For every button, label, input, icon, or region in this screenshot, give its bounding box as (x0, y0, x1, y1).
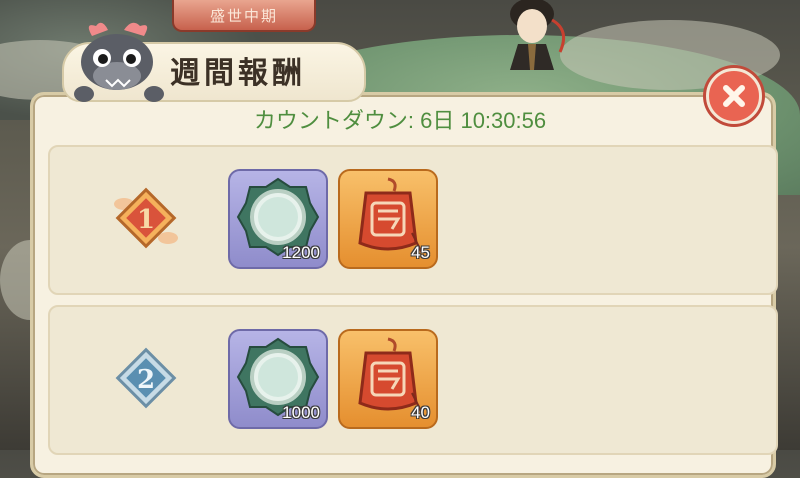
rank-2-badge-icon: 2 (115, 347, 177, 409)
era-banner: 盛世中期 (172, 0, 316, 32)
reward-item-mirror[interactable]: 1200 (228, 169, 328, 269)
countdown-timer: カウントダウン: 6日 10:30:56 (253, 108, 547, 133)
item-quantity: 1000 (282, 403, 320, 422)
item-quantity: 40 (411, 403, 430, 422)
character-figure (510, 0, 566, 70)
reward-item-talisman[interactable]: 40 (338, 329, 438, 429)
dragon-mascot-icon (74, 22, 164, 102)
reward-row: 2 1000 40 (48, 305, 778, 455)
page-title: 週間報酬 (170, 56, 306, 91)
item-quantity: 1200 (282, 243, 320, 262)
reward-item-talisman[interactable]: 45 (338, 169, 438, 269)
item-quantity: 45 (411, 243, 430, 262)
rank-number: 1 (137, 205, 155, 235)
reward-row: 1 1200 45 (48, 145, 778, 295)
rank-1-badge-icon: 1 (114, 187, 178, 249)
reward-item-mirror[interactable]: 1000 (228, 329, 328, 429)
rank-number: 2 (137, 365, 155, 395)
